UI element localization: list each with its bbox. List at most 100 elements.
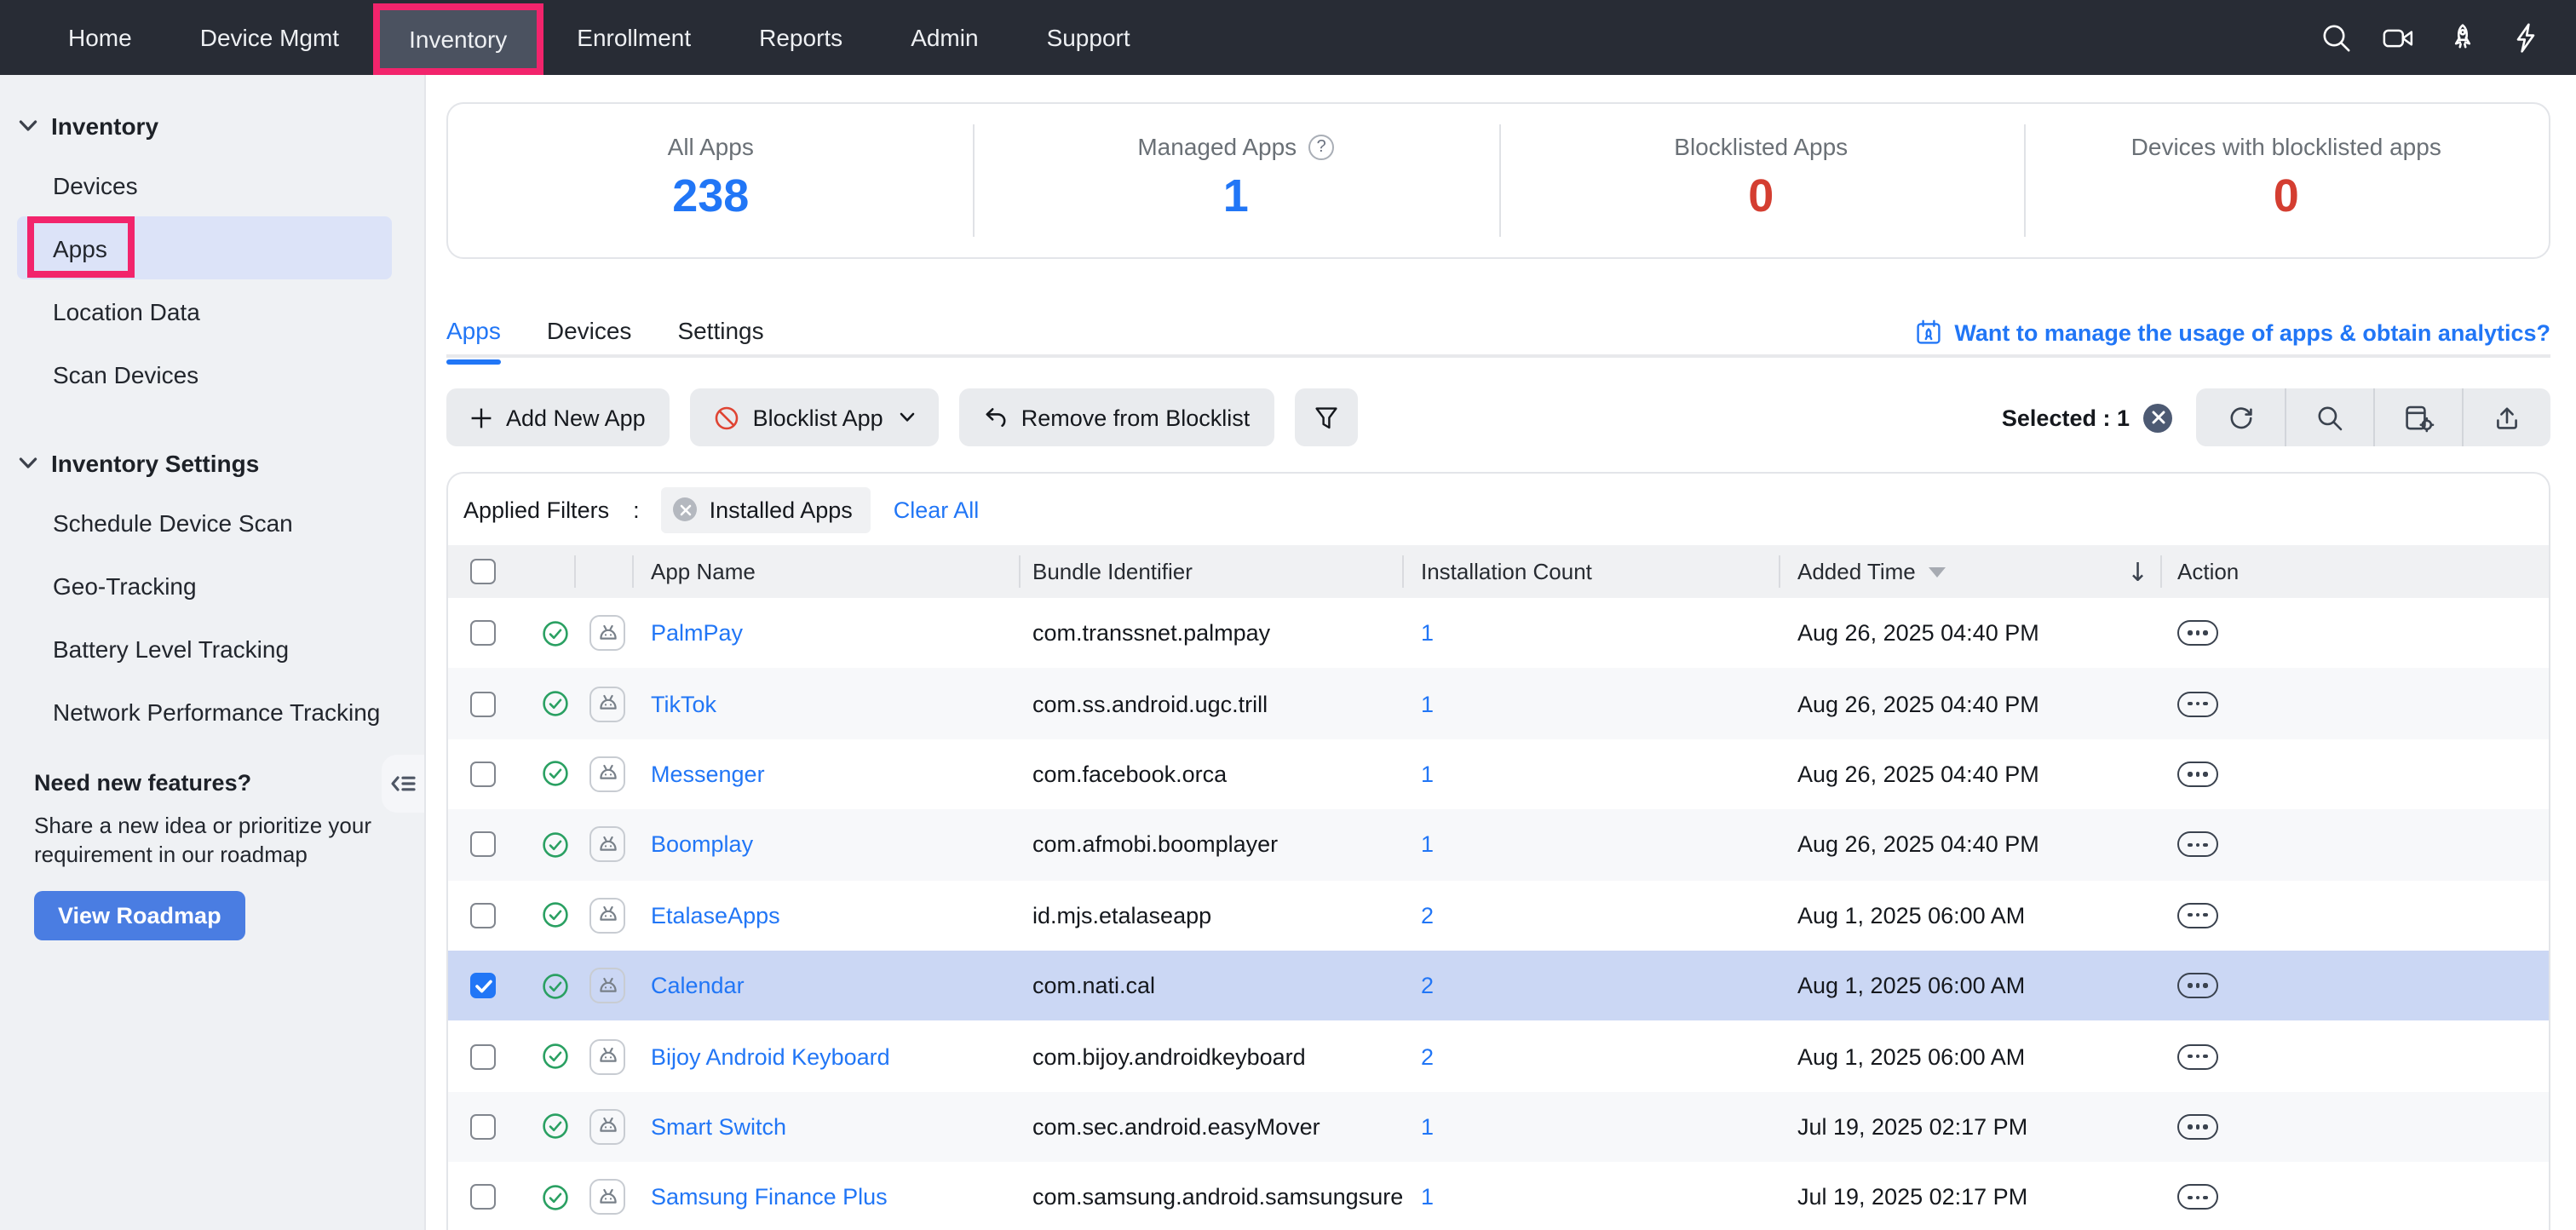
row-checkbox[interactable] bbox=[470, 1043, 496, 1069]
row-action-button[interactable] bbox=[2177, 832, 2218, 858]
app-name-link[interactable]: Bijoy Android Keyboard bbox=[651, 1043, 890, 1069]
row-checkbox[interactable] bbox=[470, 832, 496, 858]
app-name-link[interactable]: Samsung Finance Plus bbox=[651, 1185, 888, 1210]
row-action-button[interactable] bbox=[2177, 973, 2218, 998]
column-settings-button[interactable] bbox=[2373, 388, 2462, 446]
app-analytics-link[interactable]: Want to manage the usage of apps & obtai… bbox=[1915, 319, 2550, 346]
chevron-down-icon bbox=[19, 119, 37, 133]
app-name-link[interactable]: PalmPay bbox=[651, 620, 743, 646]
remove-from-blocklist-button[interactable]: Remove from Blocklist bbox=[960, 388, 1274, 446]
sidebar-group-header[interactable]: Inventory bbox=[0, 99, 424, 153]
filter-button[interactable] bbox=[1294, 388, 1357, 446]
topnav-item-admin[interactable]: Admin bbox=[877, 0, 1012, 75]
table-row[interactable]: TikTok com.ss.android.ugc.trill 1 Aug 26… bbox=[448, 669, 2549, 739]
table-row[interactable]: Smart Switch com.sec.android.easyMover 1… bbox=[448, 1091, 2549, 1162]
row-action-button[interactable] bbox=[2177, 1043, 2218, 1069]
sidebar-item-apps[interactable]: Apps bbox=[17, 216, 392, 279]
app-name-link[interactable]: Smart Switch bbox=[651, 1114, 786, 1140]
filter-chip-installed-apps[interactable]: Installed Apps bbox=[662, 486, 871, 532]
refresh-button[interactable] bbox=[2196, 388, 2285, 446]
remove-filter-button[interactable] bbox=[674, 497, 698, 521]
sort-dropdown-icon[interactable] bbox=[1929, 566, 1946, 577]
sidebar-item-schedule-device-scan[interactable]: Schedule Device Scan bbox=[0, 491, 424, 554]
app-name-link[interactable]: Messenger bbox=[651, 762, 765, 787]
tab-settings[interactable]: Settings bbox=[677, 317, 763, 365]
app-name-link[interactable]: EtalaseApps bbox=[651, 903, 780, 928]
installation-count-link[interactable]: 1 bbox=[1421, 1185, 1434, 1210]
row-action-button[interactable] bbox=[2177, 762, 2218, 787]
toolbar-right: Selected : 1 bbox=[2002, 388, 2550, 446]
installation-count-link[interactable]: 1 bbox=[1421, 1114, 1434, 1140]
row-action-button[interactable] bbox=[2177, 620, 2218, 646]
stat-value[interactable]: 1 bbox=[1223, 170, 1249, 223]
tab-devices[interactable]: Devices bbox=[547, 317, 632, 365]
installation-count-link[interactable]: 2 bbox=[1421, 1043, 1434, 1069]
blocklist-app-button[interactable]: Blocklist App bbox=[690, 388, 940, 446]
sidebar-item-devices[interactable]: Devices bbox=[0, 153, 424, 216]
plus-icon bbox=[470, 406, 492, 428]
sort-direction-icon[interactable]: ↓ bbox=[2127, 556, 2148, 587]
table-row[interactable]: Messenger com.facebook.orca 1 Aug 26, 20… bbox=[448, 739, 2549, 810]
clear-selection-button[interactable] bbox=[2143, 403, 2172, 432]
header-bundle-identifier[interactable]: Bundle Identifier bbox=[1019, 545, 1402, 598]
row-checkbox[interactable] bbox=[470, 691, 496, 716]
header-added-time[interactable]: Added Time ↓ bbox=[1779, 545, 2160, 598]
stat-value[interactable]: 0 bbox=[1748, 170, 1774, 223]
installation-count-link[interactable]: 1 bbox=[1421, 620, 1434, 646]
app-name-link[interactable]: TikTok bbox=[651, 691, 716, 716]
table-row[interactable]: Calendar com.nati.cal 2 Aug 1, 2025 06:0… bbox=[448, 951, 2549, 1021]
table-row[interactable]: PalmPay com.transsnet.palmpay 1 Aug 26, … bbox=[448, 598, 2549, 669]
stat-value[interactable]: 0 bbox=[2274, 170, 2299, 223]
installation-count-link[interactable]: 2 bbox=[1421, 903, 1434, 928]
export-button[interactable] bbox=[2462, 388, 2550, 446]
sidebar-group-header[interactable]: Inventory Settings bbox=[0, 436, 424, 491]
row-checkbox[interactable] bbox=[470, 762, 496, 787]
topnav-item-device-mgmt[interactable]: Device Mgmt bbox=[166, 0, 373, 75]
help-icon[interactable]: ? bbox=[1308, 134, 1334, 159]
row-action-button[interactable] bbox=[2177, 691, 2218, 716]
video-camera-icon[interactable] bbox=[2382, 20, 2416, 55]
lightning-bolt-icon[interactable] bbox=[2508, 20, 2542, 55]
installation-count-link[interactable]: 1 bbox=[1421, 832, 1434, 858]
sidebar-item-battery-level-tracking[interactable]: Battery Level Tracking bbox=[0, 617, 424, 680]
topnav-item-enrollment[interactable]: Enrollment bbox=[543, 0, 725, 75]
header-app-name[interactable]: App Name bbox=[632, 545, 1019, 598]
rocket-icon[interactable] bbox=[2445, 20, 2479, 55]
table-row[interactable]: Samsung Finance Plus com.samsung.android… bbox=[448, 1162, 2549, 1230]
row-checkbox[interactable] bbox=[470, 903, 496, 928]
clear-all-filters-link[interactable]: Clear All bbox=[894, 497, 980, 522]
view-roadmap-button[interactable]: View Roadmap bbox=[34, 891, 245, 940]
header-installation-count[interactable]: Installation Count bbox=[1402, 545, 1779, 598]
row-checkbox[interactable] bbox=[470, 973, 496, 998]
sidebar-collapse-button[interactable] bbox=[382, 755, 424, 813]
tab-apps[interactable]: Apps bbox=[446, 317, 501, 365]
sidebar-item-scan-devices[interactable]: Scan Devices bbox=[0, 342, 424, 405]
search-icon[interactable] bbox=[2319, 20, 2353, 55]
row-checkbox[interactable] bbox=[470, 1114, 496, 1140]
topnav-item-label: Enrollment bbox=[577, 24, 691, 51]
table-row[interactable]: Bijoy Android Keyboard com.bijoy.android… bbox=[448, 1021, 2549, 1092]
topnav-item-home[interactable]: Home bbox=[34, 0, 166, 75]
table-search-button[interactable] bbox=[2285, 388, 2373, 446]
topnav-item-reports[interactable]: Reports bbox=[725, 0, 877, 75]
topnav-item-inventory[interactable]: Inventory bbox=[373, 3, 543, 74]
table-row[interactable]: EtalaseApps id.mjs.etalaseapp 2 Aug 1, 2… bbox=[448, 880, 2549, 951]
table-row[interactable]: Boomplay com.afmobi.boomplayer 1 Aug 26,… bbox=[448, 809, 2549, 880]
row-checkbox[interactable] bbox=[470, 620, 496, 646]
app-name-link[interactable]: Calendar bbox=[651, 973, 745, 998]
topnav-item-support[interactable]: Support bbox=[1013, 0, 1164, 75]
select-all-checkbox[interactable] bbox=[470, 559, 496, 584]
row-checkbox[interactable] bbox=[470, 1185, 496, 1210]
installation-count-link[interactable]: 2 bbox=[1421, 973, 1434, 998]
row-action-button[interactable] bbox=[2177, 1114, 2218, 1140]
installation-count-link[interactable]: 1 bbox=[1421, 691, 1434, 716]
sidebar-item-location-data[interactable]: Location Data bbox=[0, 279, 424, 342]
sidebar-item-geo-tracking[interactable]: Geo-Tracking bbox=[0, 554, 424, 617]
add-new-app-button[interactable]: Add New App bbox=[446, 388, 670, 446]
row-action-button[interactable] bbox=[2177, 903, 2218, 928]
installation-count-link[interactable]: 1 bbox=[1421, 762, 1434, 787]
sidebar-item-network-performance-tracking[interactable]: Network Performance Tracking bbox=[0, 680, 424, 743]
row-action-button[interactable] bbox=[2177, 1185, 2218, 1210]
stat-value[interactable]: 238 bbox=[672, 170, 749, 223]
app-name-link[interactable]: Boomplay bbox=[651, 832, 753, 858]
